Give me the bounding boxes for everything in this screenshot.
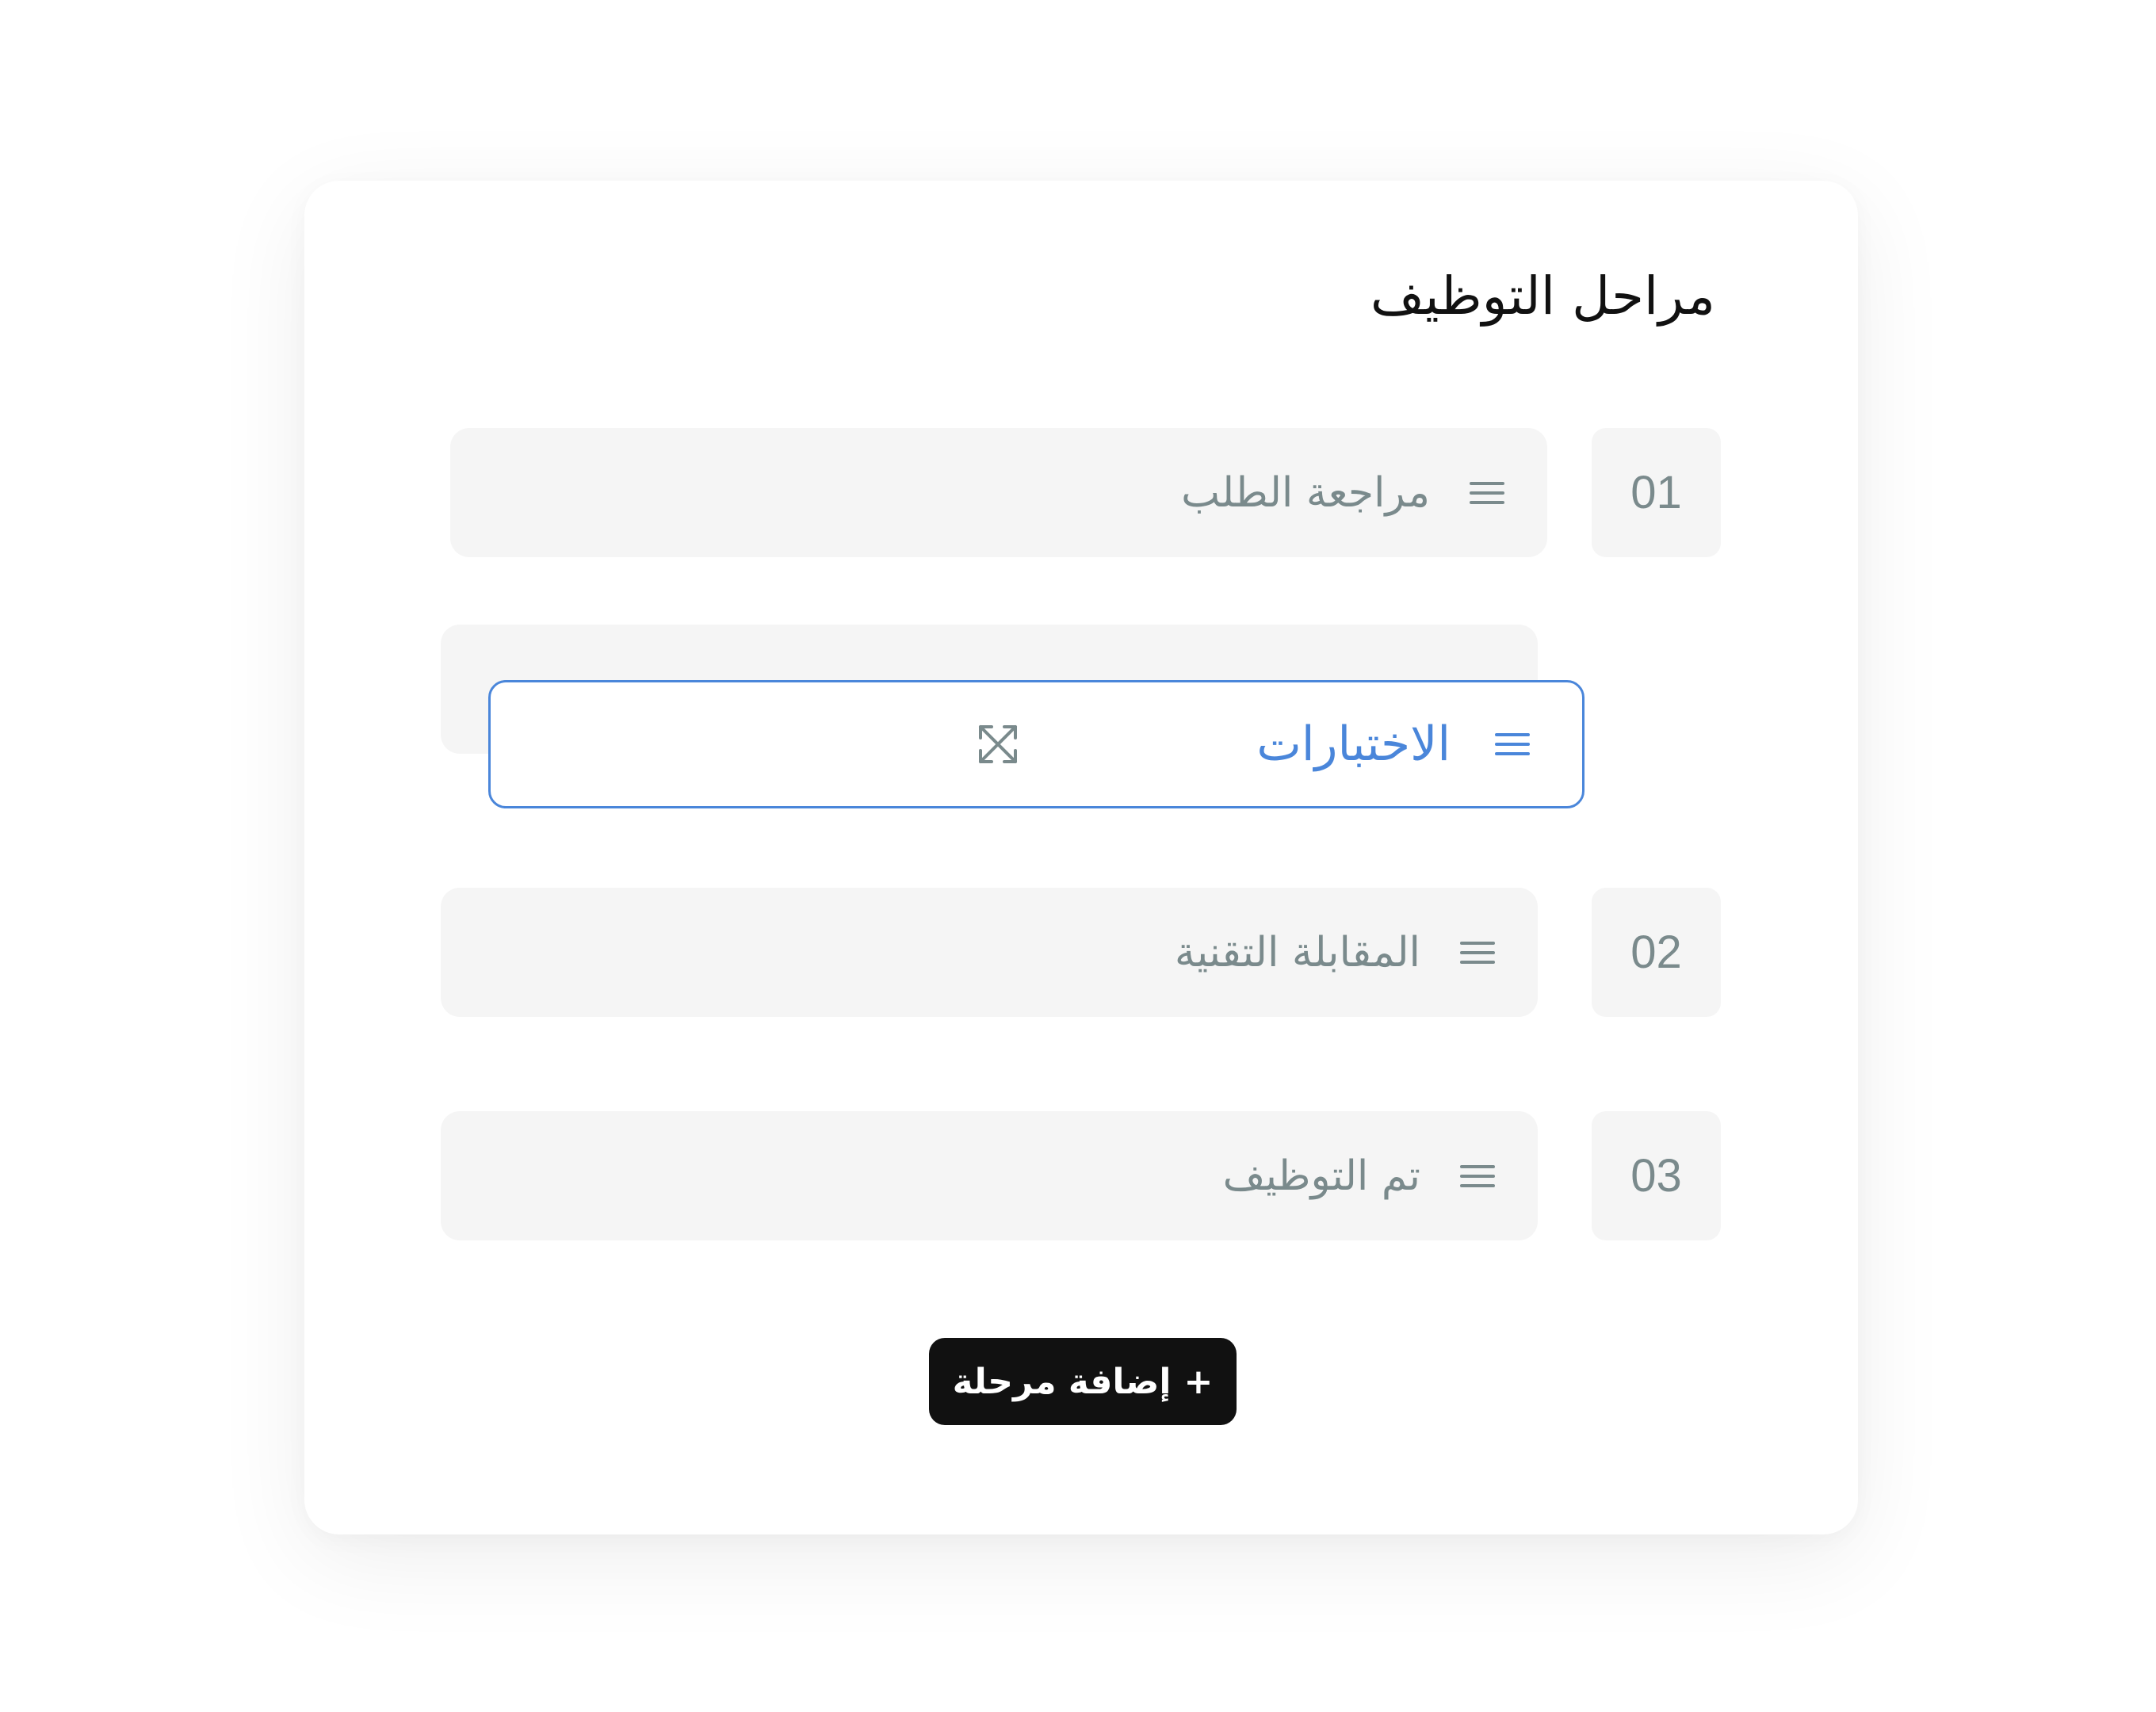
dragging-stage-label: الاختبارات <box>1256 717 1451 772</box>
stage-row-hired[interactable]: تم التوظيف <box>441 1111 1538 1240</box>
drag-handle-icon[interactable] <box>1495 728 1530 760</box>
drag-handle-icon[interactable] <box>1460 1160 1495 1192</box>
drag-handle-icon[interactable] <box>1460 937 1495 969</box>
stage-number-badge: 02 <box>1592 888 1721 1017</box>
stage-row-application-review[interactable]: مراجعة الطلب <box>450 428 1547 557</box>
move-arrows-icon <box>976 722 1020 766</box>
add-stage-button[interactable]: + إضافة مرحلة <box>929 1338 1237 1425</box>
drag-handle-icon[interactable] <box>1470 477 1504 509</box>
stage-row-technical-interview[interactable]: المقابلة التقنية <box>441 888 1538 1017</box>
plus-icon: + <box>1183 1361 1214 1402</box>
page-title: مراحل التوظيف <box>1370 266 1715 327</box>
stage-label: مراجعة الطلب <box>1181 468 1430 517</box>
stage-number-badge: 01 <box>1592 428 1721 557</box>
stage-label: المقابلة التقنية <box>1174 928 1420 976</box>
stage-number-badge: 03 <box>1592 1111 1721 1240</box>
stage-label: تم التوظيف <box>1222 1152 1420 1200</box>
hiring-stages-card: مراحل التوظيف 01 مراجعة الطلب الاختبارات… <box>304 181 1858 1534</box>
dragging-stage-tests[interactable]: الاختبارات <box>488 680 1585 808</box>
add-stage-label: إضافة مرحلة <box>952 1361 1172 1402</box>
